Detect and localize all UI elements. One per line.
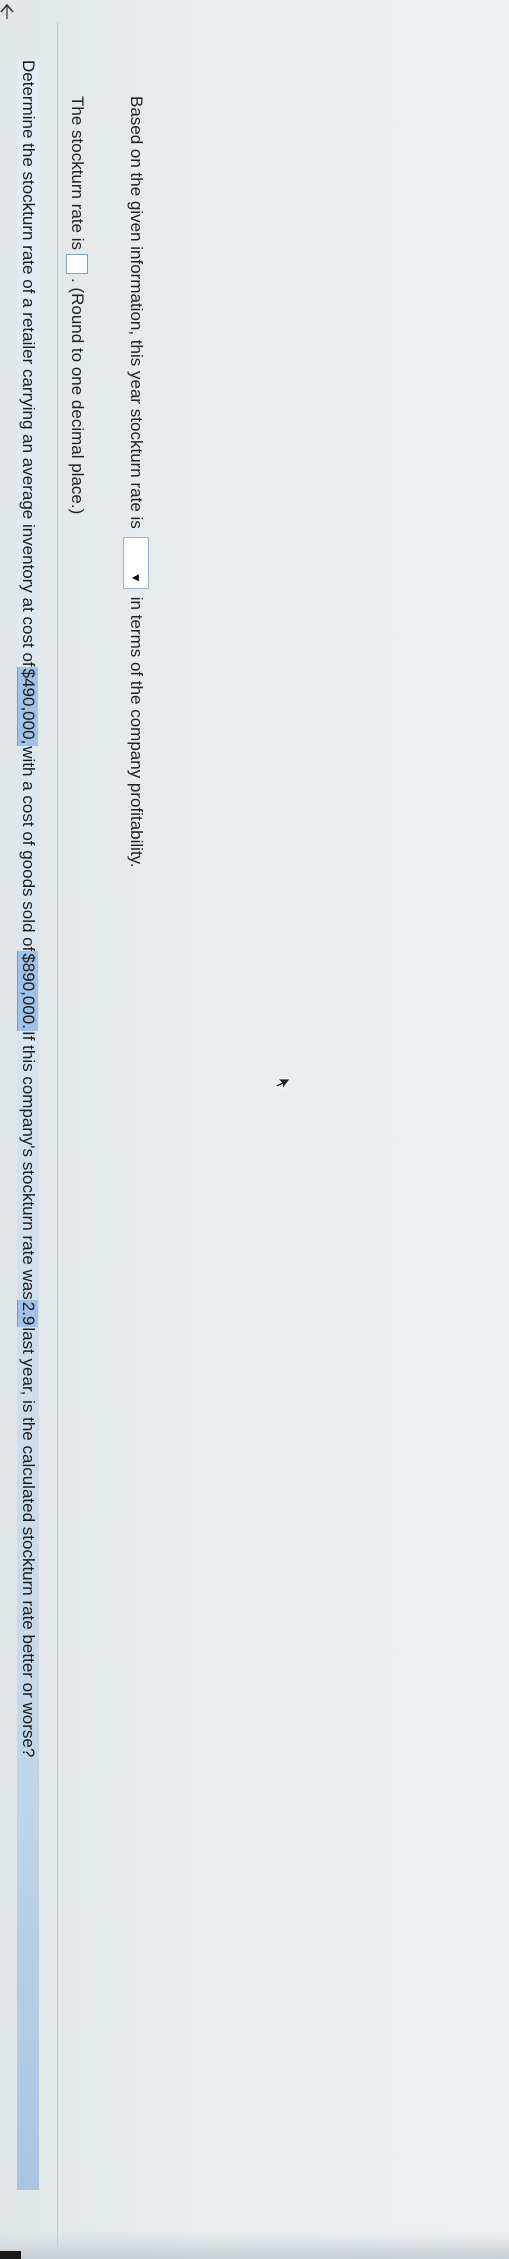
screen-bezel <box>0 2251 21 2259</box>
question-text-part3: If this company's stockturn rate was <box>19 1030 38 1300</box>
screen-edge-shadow <box>0 2231 509 2259</box>
chevron-left-icon[interactable] <box>0 2 14 20</box>
comparison-prefix: Based on the given information, this yea… <box>127 96 146 529</box>
stockturn-rate-input[interactable] <box>66 254 88 275</box>
chevron-down-icon: ▼ <box>129 571 143 584</box>
round-instruction: . (Round to one decimal place.) <box>68 278 87 515</box>
question-text-part4: last year, is the calculated stockturn r… <box>19 1327 38 1758</box>
question-text-part2: with a cost of goods sold of <box>19 746 38 952</box>
better-worse-dropdown[interactable]: ▼ <box>123 536 149 589</box>
question-page: Determine the stockturn rate of a retail… <box>0 0 509 2259</box>
question-text-part1: Determine the stockturn rate of a retail… <box>19 60 38 667</box>
comparison-suffix: in terms of the company profitability. <box>127 596 146 868</box>
average-inventory-value: $490,000, <box>17 666 39 747</box>
header-divider <box>57 22 58 2247</box>
cost-of-goods-value: $890,000. <box>17 951 39 1031</box>
mouse-pointer-icon <box>275 1078 291 1094</box>
stockturn-rate-prefix: The stockturn rate is <box>68 96 87 251</box>
comparison-line: Based on the given information, this yea… <box>122 96 150 868</box>
question-prompt: Determine the stockturn rate of a retail… <box>17 60 39 2190</box>
stockturn-rate-line: The stockturn rate is . (Round to one de… <box>65 96 89 514</box>
last-year-rate-value: 2.9 <box>17 1299 39 1328</box>
